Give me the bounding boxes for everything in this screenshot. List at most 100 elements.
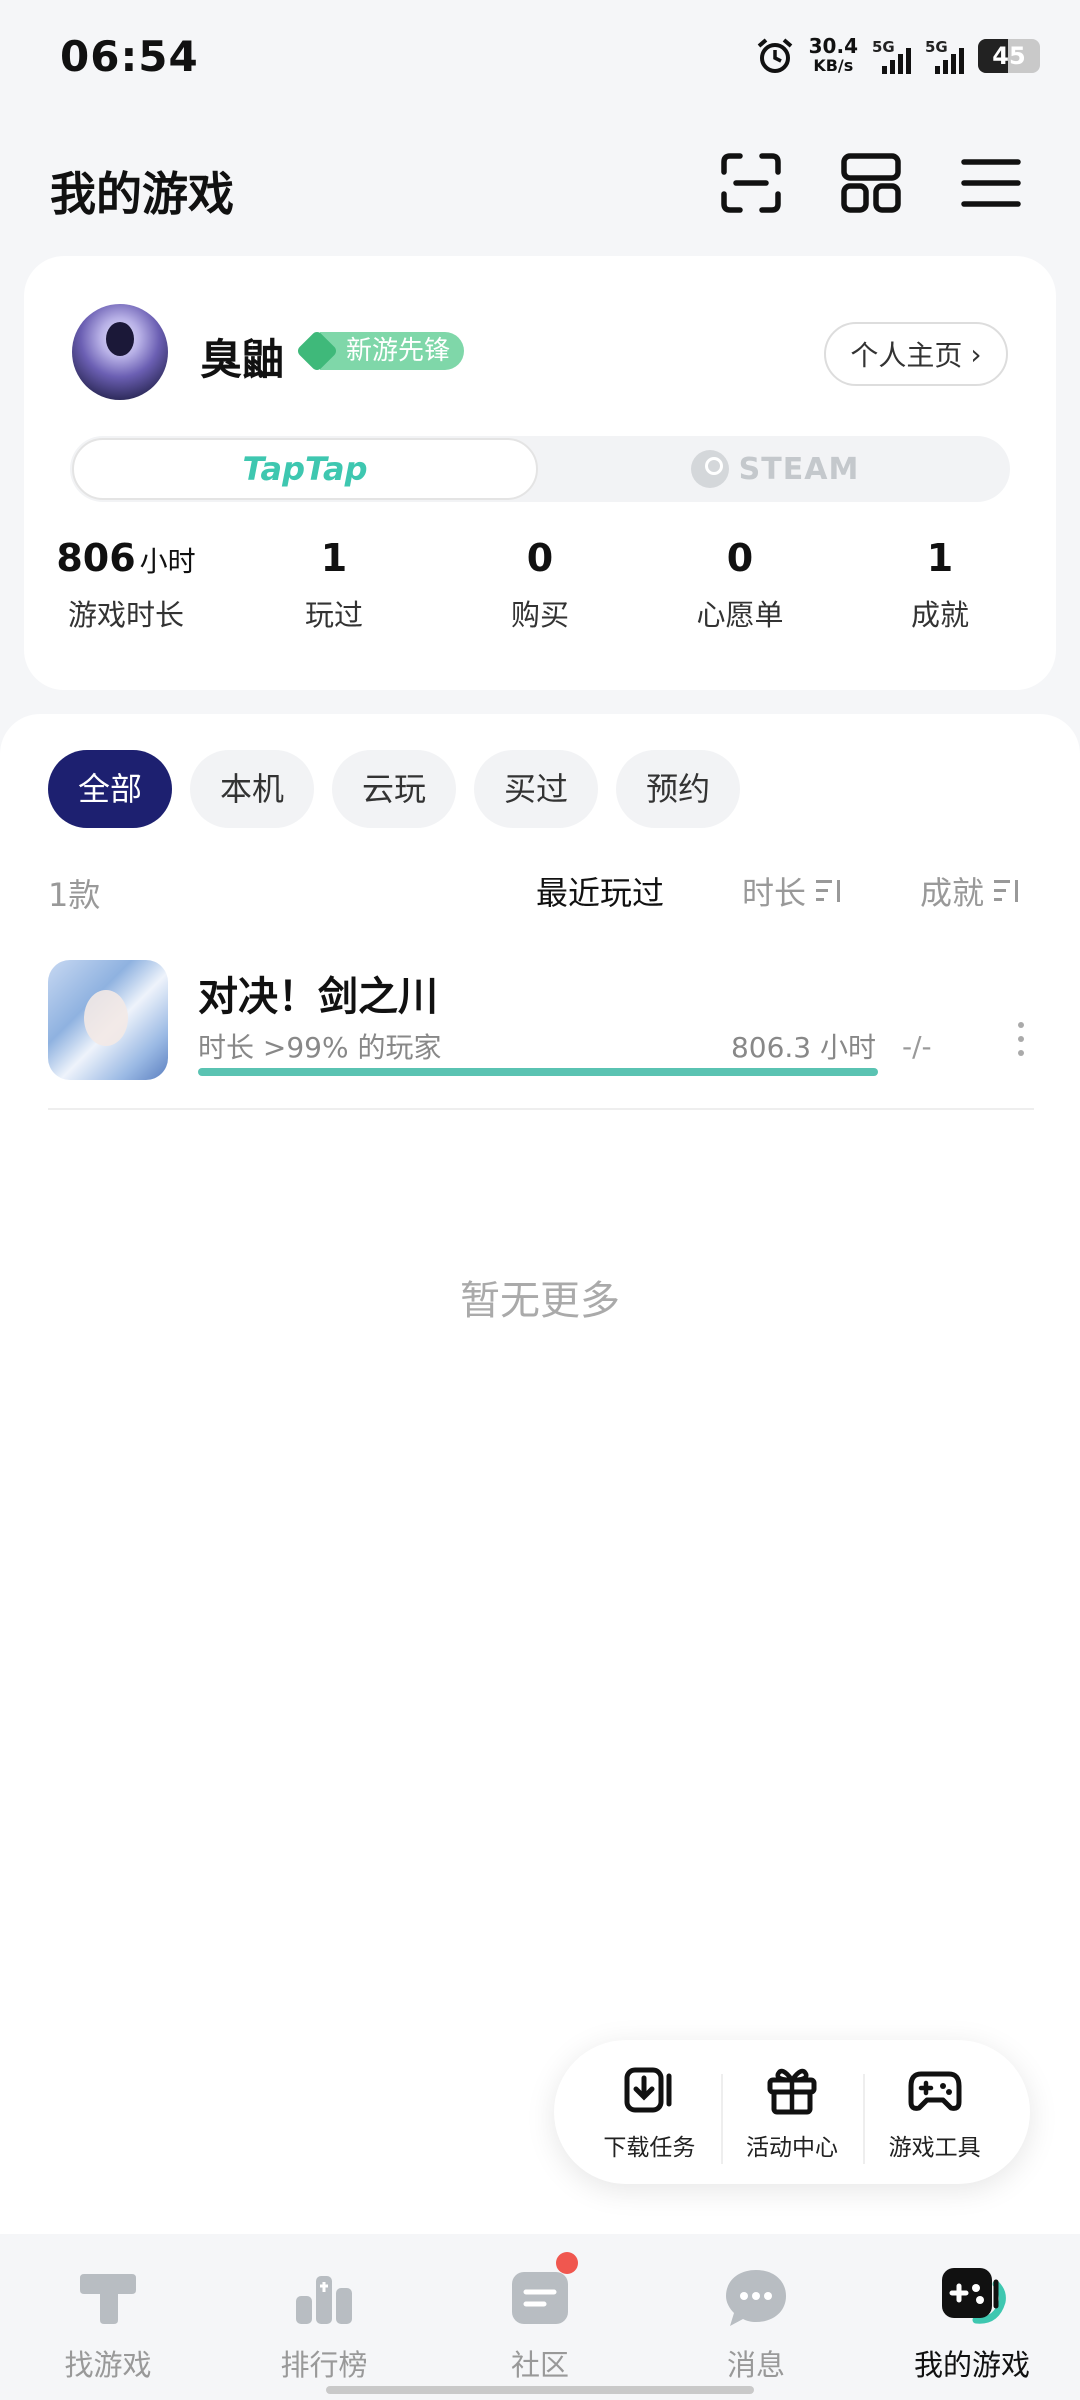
stat-played[interactable]: 1 玩过 xyxy=(228,536,440,634)
game-name: 对决！剑之川 xyxy=(198,974,438,1020)
profile-homepage-button[interactable]: 个人主页 › xyxy=(824,322,1008,386)
nav-messages-label: 消息 xyxy=(726,2348,785,2382)
sort-icon xyxy=(994,878,1020,904)
battery-icon: 45 xyxy=(978,39,1040,73)
nav-messages[interactable]: 消息 xyxy=(648,2234,864,2400)
nav-community[interactable]: 社区 xyxy=(432,2234,648,2400)
game-tools-button[interactable]: 游戏工具 xyxy=(863,2062,1006,2164)
game-count: 1款 xyxy=(48,876,101,914)
sort-achievement[interactable]: 成就 xyxy=(920,868,1020,914)
gift-icon xyxy=(767,2068,817,2115)
stat-label: 心愿单 xyxy=(696,598,784,632)
chat-icon xyxy=(726,2270,786,2326)
status-badge[interactable]: 新游先锋 xyxy=(295,329,465,373)
profile-homepage-label: 个人主页 xyxy=(850,339,963,372)
signal-label: 5G xyxy=(925,38,948,56)
stat-label: 成就 xyxy=(910,598,969,632)
stat-value: 1 xyxy=(926,536,954,580)
signal-icon: 5G xyxy=(925,38,964,74)
empty-state-text: 暂无更多 xyxy=(460,1278,620,1324)
filter-cloud[interactable]: 云玩 xyxy=(332,750,457,828)
alarm-icon xyxy=(757,38,792,73)
floating-toolbar: 下载任务 活动中心 游戏工具 xyxy=(554,2040,1030,2184)
filter-reserved[interactable]: 预约 xyxy=(616,750,741,828)
tab-taptap[interactable]: TapTap xyxy=(72,438,538,500)
network-speed-value: 30.4 xyxy=(808,34,858,58)
chevron-right-icon: › xyxy=(970,337,982,371)
stat-label: 游戏时长 xyxy=(67,598,184,632)
badge-label: 新游先锋 xyxy=(320,332,465,370)
game-achievements: -/- xyxy=(902,1030,932,1063)
nav-find-label: 找游戏 xyxy=(64,2348,152,2382)
status-icons: 30.4 KB/s 5G 5G 45 xyxy=(755,36,1040,76)
game-hours: 806.3 小时 xyxy=(730,1031,876,1064)
taptap-t-icon xyxy=(80,2274,136,2324)
more-options-icon[interactable] xyxy=(1018,1022,1026,1062)
download-tasks-button[interactable]: 下载任务 xyxy=(578,2062,721,2162)
sort-recent-label: 最近玩过 xyxy=(535,874,664,912)
sort-duration[interactable]: 时长 xyxy=(742,868,842,914)
menu-icon[interactable] xyxy=(958,150,1024,216)
gamepad-icon xyxy=(908,2071,962,2111)
my-games-icon xyxy=(942,2268,1006,2324)
stat-wishlist[interactable]: 0 心愿单 xyxy=(640,536,840,634)
platform-switch: TapTap STEAM xyxy=(70,436,1010,502)
nav-ranking[interactable]: 排行榜 xyxy=(216,2234,432,2400)
username: 臭鼬 xyxy=(200,335,285,384)
steam-icon xyxy=(690,450,729,488)
games-sheet: 全部 本机 云玩 买过 预约 1款 最近玩过 时长 成就 对决！剑之川 时长 >… xyxy=(0,714,1080,2234)
nav-community-label: 社区 xyxy=(510,2348,569,2382)
game-tools-label: 游戏工具 xyxy=(888,2135,981,2161)
stats-row: 806 小时 游戏时长 1 玩过 0 购买 0 心愿单 1 成就 xyxy=(24,536,1056,634)
notification-dot xyxy=(556,2252,578,2274)
nav-my-games[interactable]: 我的游戏 xyxy=(864,2234,1080,2400)
game-icon[interactable] xyxy=(48,960,168,1080)
filter-bought[interactable]: 买过 xyxy=(474,750,599,828)
tab-steam[interactable]: STEAM xyxy=(540,436,1010,502)
filter-local[interactable]: 本机 xyxy=(190,750,315,828)
bottom-nav: 找游戏 排行榜 社区 消息 我的游戏 xyxy=(0,2234,1080,2400)
stat-purchased[interactable]: 0 购买 xyxy=(440,536,640,634)
avatar[interactable] xyxy=(72,304,168,400)
network-speed-unit: KB/s xyxy=(813,56,854,75)
stat-achievements[interactable]: 1 成就 xyxy=(840,536,1040,634)
nav-rank-label: 排行榜 xyxy=(280,2348,368,2382)
sort-achievement-label: 成就 xyxy=(919,874,984,912)
sort-recent[interactable]: 最近玩过 xyxy=(536,868,664,914)
filter-chips: 全部 本机 云玩 买过 预约 xyxy=(48,750,741,828)
sort-duration-label: 时长 xyxy=(741,874,806,912)
event-center-label: 活动中心 xyxy=(746,2135,838,2161)
battery-level: 45 xyxy=(992,42,1026,70)
list-item[interactable]: 对决！剑之川 时长 >99% 的玩家 806.3 小时 -/- xyxy=(48,960,1034,1110)
nav-mygames-label: 我的游戏 xyxy=(913,2348,1030,2382)
status-bar: 06:54 30.4 KB/s 5G 5G 45 xyxy=(0,0,1080,120)
tab-steam-label: STEAM xyxy=(738,451,860,487)
network-speed: 30.4 KB/s xyxy=(809,36,858,76)
sort-icon xyxy=(815,878,842,904)
stat-label: 玩过 xyxy=(304,598,363,632)
stat-value: 1 xyxy=(320,536,348,580)
clock: 06:54 xyxy=(60,32,199,81)
stat-value: 0 xyxy=(726,536,754,580)
signal-icon: 5G xyxy=(872,38,911,74)
layout-icon[interactable] xyxy=(838,150,904,216)
download-icon xyxy=(624,2067,672,2113)
signal-label: 5G xyxy=(872,38,895,56)
event-center-button[interactable]: 活动中心 xyxy=(720,2062,864,2164)
stat-value: 0 xyxy=(526,536,554,580)
game-playtime-rank: 时长 >99% 的玩家 xyxy=(198,1031,442,1064)
scan-icon[interactable] xyxy=(718,150,784,216)
stat-value: 806 xyxy=(56,536,136,580)
stat-playtime[interactable]: 806 小时 游戏时长 xyxy=(24,536,228,634)
playtime-progress-bar xyxy=(198,1068,878,1076)
filter-all[interactable]: 全部 xyxy=(48,750,173,828)
nav-find-games[interactable]: 找游戏 xyxy=(0,2234,216,2400)
stat-label: 购买 xyxy=(510,598,569,632)
download-tasks-label: 下载任务 xyxy=(603,2135,696,2161)
stat-unit: 小时 xyxy=(139,545,196,578)
page-title: 我的游戏 xyxy=(50,167,234,221)
ranking-icon xyxy=(296,2276,352,2324)
sort-options: 最近玩过 时长 成就 xyxy=(536,868,1020,914)
profile-card: 臭鼬 新游先锋 个人主页 › TapTap STEAM 806 小时 游戏时长 1… xyxy=(24,256,1056,690)
home-indicator[interactable] xyxy=(326,2386,754,2394)
